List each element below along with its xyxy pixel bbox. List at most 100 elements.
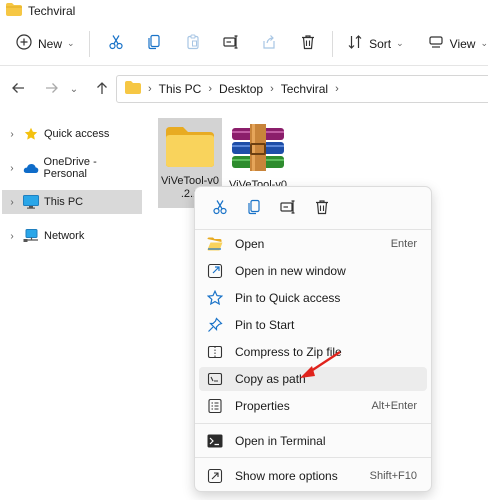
sidebar-item-this-pc[interactable]: › This PC xyxy=(2,190,142,214)
address-bar[interactable]: › This PC › Desktop › Techviral › xyxy=(116,75,488,103)
folder-open-icon xyxy=(205,237,225,251)
navigation-pane: › Quick access › OneDrive - Personal › T… xyxy=(0,114,150,500)
context-menu: Open Enter Open in new window Pin to Qui… xyxy=(194,186,432,492)
breadcrumb-separator: › xyxy=(335,83,339,95)
command-bar: New ⌄ Sort ⌄ View ⌄ xyxy=(0,22,488,66)
sort-button[interactable]: Sort ⌄ xyxy=(347,28,404,60)
chevron-down-icon: ⌄ xyxy=(67,38,75,48)
cloud-icon xyxy=(22,162,40,174)
menu-divider xyxy=(195,423,431,424)
delete-icon xyxy=(314,199,330,218)
folder-icon xyxy=(6,3,22,19)
menu-item-label: Open in new window xyxy=(235,264,346,278)
copy-icon xyxy=(246,199,262,218)
menu-item-open-in-terminal[interactable]: Open in Terminal xyxy=(199,429,427,453)
address-row: ⌄ › This PC › Desktop › Techviral › xyxy=(0,72,488,106)
folder-icon xyxy=(165,126,215,171)
menu-item-label: Show more options xyxy=(235,469,338,483)
arrow-left-icon xyxy=(11,81,25,98)
chevron-down-icon: ⌄ xyxy=(396,38,404,48)
menu-item-compress-to-zip[interactable]: Compress to Zip file xyxy=(199,340,427,364)
monitor-icon xyxy=(22,195,40,209)
new-button[interactable]: New ⌄ xyxy=(16,28,75,60)
rename-button[interactable] xyxy=(215,28,247,60)
menu-item-copy-as-path[interactable]: Copy as path xyxy=(199,367,427,391)
breadcrumb-techviral[interactable]: Techviral xyxy=(281,82,328,96)
breadcrumb-separator: › xyxy=(270,83,274,95)
sidebar-item-quick-access[interactable]: › Quick access xyxy=(2,122,142,146)
star-icon xyxy=(22,127,40,141)
share-icon xyxy=(261,34,277,53)
window-title: Techviral xyxy=(28,4,76,18)
chevron-right-icon[interactable]: › xyxy=(2,163,22,174)
sidebar-item-label: Network xyxy=(44,230,85,242)
menu-item-label: Properties xyxy=(235,399,290,413)
delete-button[interactable] xyxy=(292,28,324,60)
cut-button[interactable] xyxy=(100,28,132,60)
copy-button[interactable] xyxy=(237,194,271,222)
context-menu-quick-actions xyxy=(195,187,431,229)
recent-locations-button[interactable]: ⌄ xyxy=(66,84,82,95)
arrow-up-icon xyxy=(95,81,109,98)
share-button[interactable] xyxy=(253,28,285,60)
cut-icon xyxy=(108,34,124,53)
rename-icon xyxy=(223,34,239,53)
zip-icon xyxy=(205,344,225,360)
menu-item-label: Pin to Start xyxy=(235,318,295,332)
chevron-right-icon[interactable]: › xyxy=(2,231,22,242)
title-bar: Techviral xyxy=(0,0,488,22)
back-button[interactable] xyxy=(4,81,32,98)
forward-button[interactable] xyxy=(38,81,66,98)
menu-item-show-more-options[interactable]: Show more options Shift+F10 xyxy=(199,464,427,488)
star-outline-icon xyxy=(205,290,225,306)
copy-button[interactable] xyxy=(138,28,170,60)
shortcut-label: Enter xyxy=(390,238,417,250)
plus-circle-icon xyxy=(16,34,32,53)
arrow-right-icon xyxy=(45,81,59,98)
toolbar-divider xyxy=(88,30,90,57)
pin-icon xyxy=(205,317,225,333)
breadcrumb-desktop[interactable]: Desktop xyxy=(219,82,263,96)
view-label: View xyxy=(449,36,476,51)
menu-item-label: Open xyxy=(235,237,265,251)
menu-item-open-in-new-window[interactable]: Open in new window xyxy=(199,259,427,283)
shortcut-label: Alt+Enter xyxy=(371,400,417,412)
menu-item-label: Pin to Quick access xyxy=(235,291,341,305)
chevron-down-icon: ⌄ xyxy=(69,83,79,95)
sidebar-item-label: OneDrive - Personal xyxy=(43,156,97,180)
more-options-icon xyxy=(205,468,225,484)
paste-button[interactable] xyxy=(176,28,208,60)
chevron-right-icon[interactable]: › xyxy=(2,197,22,208)
chevron-right-icon[interactable]: › xyxy=(2,129,22,140)
copy-icon xyxy=(146,34,162,53)
new-window-icon xyxy=(205,263,225,279)
paste-icon xyxy=(185,34,201,53)
toolbar-divider xyxy=(332,30,334,57)
menu-divider xyxy=(195,229,431,230)
breadcrumb-separator: › xyxy=(148,83,152,95)
shortcut-label: Shift+F10 xyxy=(369,470,417,482)
up-button[interactable] xyxy=(88,81,116,98)
delete-icon xyxy=(300,34,316,53)
breadcrumb-separator: › xyxy=(208,83,213,95)
menu-item-properties[interactable]: Properties Alt+Enter xyxy=(199,394,427,418)
sidebar-item-network[interactable]: › Network xyxy=(2,224,142,248)
menu-item-pin-to-quick-access[interactable]: Pin to Quick access xyxy=(199,286,427,310)
view-button[interactable]: View ⌄ xyxy=(428,28,488,60)
rename-button[interactable] xyxy=(271,194,305,222)
sidebar-item-label: Quick access xyxy=(44,128,110,140)
rename-icon xyxy=(280,199,296,218)
cut-button[interactable] xyxy=(203,194,237,222)
delete-button[interactable] xyxy=(305,194,339,222)
sidebar-item-onedrive[interactable]: › OneDrive - Personal xyxy=(2,156,142,180)
terminal-icon xyxy=(205,434,225,448)
menu-item-pin-to-start[interactable]: Pin to Start xyxy=(199,313,427,337)
properties-icon xyxy=(205,398,225,414)
chevron-down-icon: ⌄ xyxy=(480,38,488,48)
menu-item-open[interactable]: Open Enter xyxy=(199,232,427,256)
folder-icon xyxy=(125,81,141,97)
breadcrumb-this-pc[interactable]: This PC xyxy=(159,82,202,96)
sidebar-item-label: This PC xyxy=(44,196,84,208)
sort-icon xyxy=(347,34,363,53)
cut-icon xyxy=(212,199,228,218)
